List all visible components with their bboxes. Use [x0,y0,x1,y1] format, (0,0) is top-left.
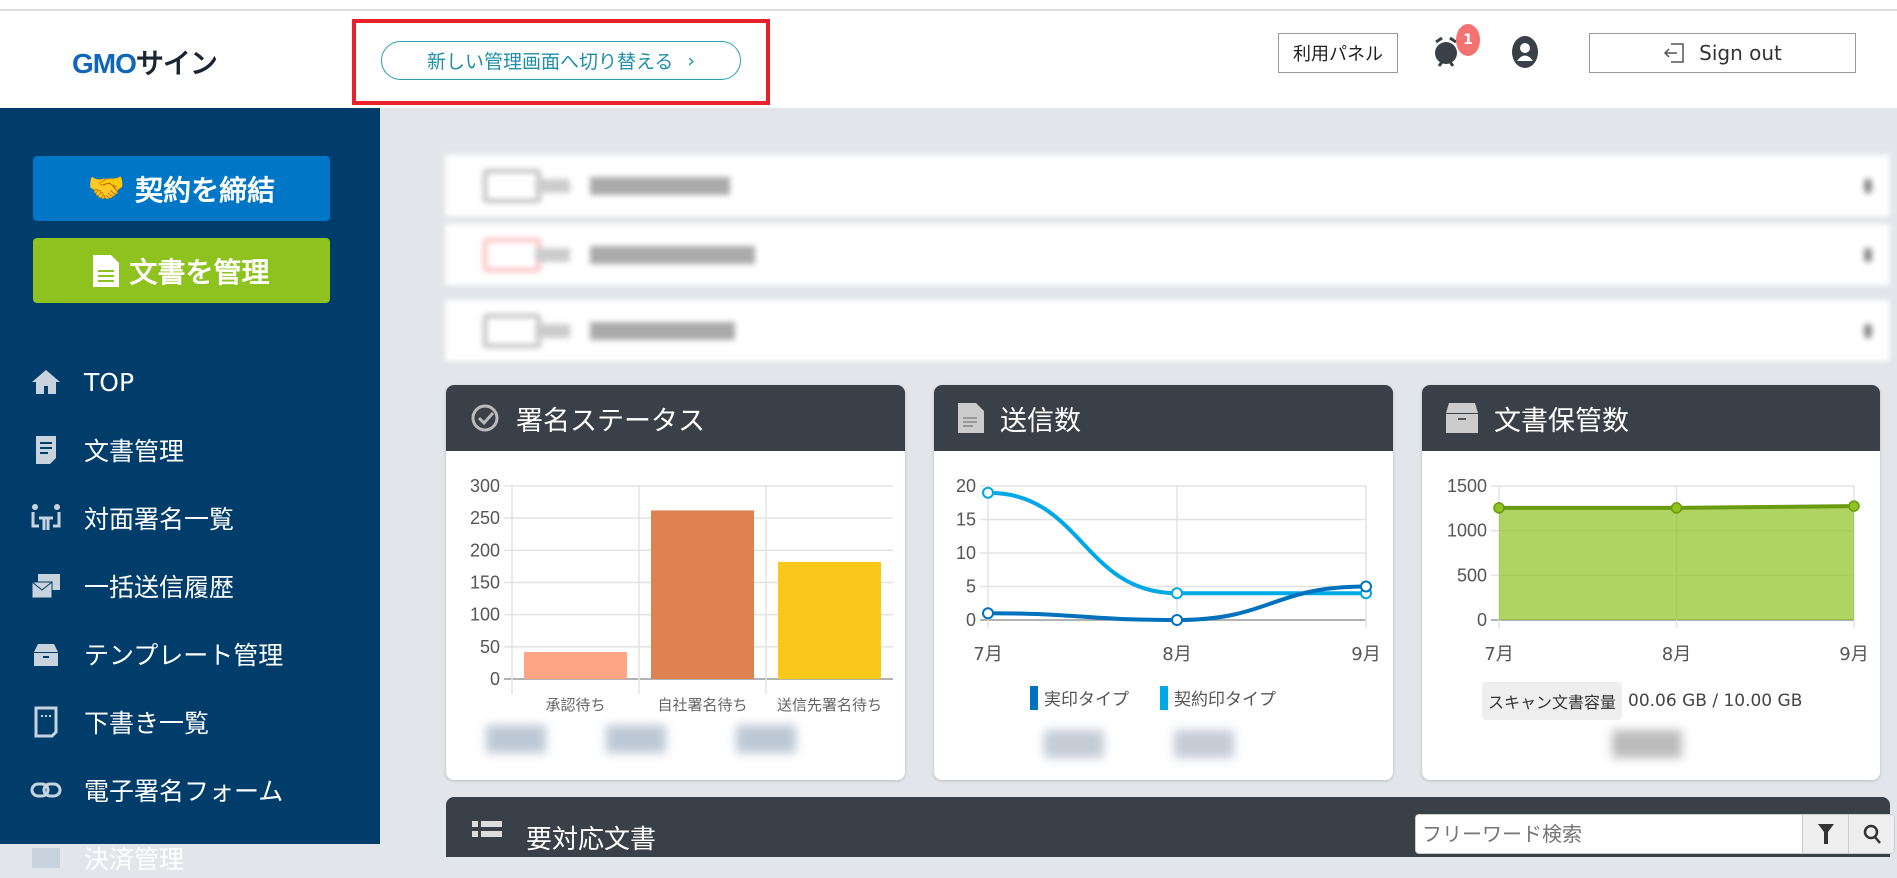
x-tick-label: 承認待ち [545,696,605,714]
data-point [1171,614,1183,626]
filter-button[interactable] [1802,815,1848,853]
home-icon [32,370,60,394]
y-tick-label: 300 [470,476,500,496]
gmo-sign-logo[interactable]: GMOサイン [72,42,218,82]
legend-label: 契約印タイプ [1174,690,1276,710]
data-point [982,607,994,620]
sidebar-item-6[interactable]: 下書き一覧 [30,702,370,742]
legend-swatch [1030,686,1038,710]
y-tick-label: 50 [480,637,500,657]
y-tick-label: 0 [1477,610,1487,630]
y-tick-label: 200 [470,540,500,560]
usage-panel-button[interactable]: 利用パネル [1278,33,1398,73]
sign-out-icon [1664,43,1684,63]
bar [651,510,754,679]
top-border [0,0,1897,11]
y-tick-label: 100 [470,605,500,625]
x-tick-label: 9月 [1351,644,1380,665]
x-tick-label: 8月 [1162,644,1191,665]
notification-badge: 1 [1456,24,1480,56]
y-tick-label: 0 [966,610,976,630]
notice-row[interactable] [445,155,1890,217]
y-tick-label: 15 [956,510,976,530]
payment-icon [32,848,60,868]
sent-count-chart: 0 5 10 15 20 7月 8月 9月実印タイプ 契約印タイプ [956,476,1381,710]
x-tick-label: 送信先署名待ち [777,696,882,714]
sidebar-item-4[interactable]: 一括送信履歴 [30,566,370,606]
sent-count-card: 送信数 0 5 10 15 20 7月 8月 9月 実印タイプ 契約印タイプ [934,385,1393,780]
sign-out-button[interactable]: Sign out [1589,33,1856,73]
face-to-face-icon [31,504,61,530]
area-fill [1499,506,1854,620]
y-tick-label: 250 [470,508,500,528]
sidebar-item-2[interactable]: 文書管理 [30,430,370,470]
y-tick-label: 150 [470,573,500,593]
y-tick-label: 20 [956,476,976,496]
data-point [1670,502,1683,514]
conclude-contract-button[interactable]: 🤝 契約を締結 [33,156,330,221]
scan-capacity-label: スキャン文書容量 [1482,682,1623,720]
storage-count-chart: 0 500 1000 1500 7月 8月 9月 [1447,476,1869,665]
search-input[interactable] [1416,815,1802,853]
search-icon [1863,824,1881,844]
switch-admin-button[interactable]: 新しい管理画面へ切り替える › [381,41,741,80]
y-tick-label: 10 [956,543,976,563]
filter-icon [1817,824,1834,844]
signature-status-card: 署名ステータス 0 50 100 150 200 250 300 承認待ち 自社署名待ち 送信先署… [446,385,905,780]
document-icon [93,254,120,287]
notice-row[interactable] [445,224,1890,286]
data-point [1493,502,1505,514]
signature-status-chart: 0 50 100 150 200 250 300 承認待ち 自社署名待ち 送信先署名待ち [470,476,893,714]
sidebar-item-7[interactable]: 電子署名フォーム [30,770,370,810]
x-tick-label: 8月 [1662,644,1691,665]
x-tick-label: 7月 [1484,644,1513,665]
data-point [1360,580,1372,593]
link-icon [30,782,62,798]
search-button[interactable] [1848,815,1894,853]
x-tick-label: 9月 [1839,644,1868,665]
action-required-panel: 要対応文書 [446,797,1895,857]
y-tick-label: 0 [490,669,500,689]
sidebar-item-1[interactable]: TOP [30,362,370,402]
legend-label: 実印タイプ [1044,690,1129,710]
legend-swatch [1160,686,1168,710]
bulk-send-icon [31,574,60,599]
sidebar-item-5[interactable]: テンプレート管理 [30,634,370,674]
draft-icon [34,706,58,738]
panel-title: 要対応文書 [526,825,657,855]
scan-capacity-value: 00.06 GB / 10.00 GB [1628,691,1803,711]
switch-label: 新しい管理画面へ切り替える [426,51,674,73]
user-avatar-icon[interactable] [1512,36,1538,68]
x-tick-label: 自社署名待ち [657,696,747,714]
archive-box-icon [34,644,58,666]
data-point [1171,587,1183,600]
search-box [1415,814,1895,854]
data-point [1848,500,1860,512]
notice-row[interactable] [445,300,1890,362]
storage-count-card: 文書保管数 0 500 1000 1500 7月 8月 9月 スキャン文書容量 00.06 … [1422,385,1880,780]
chevron-right-icon: › [687,49,696,72]
bar [778,561,881,679]
data-point [982,486,994,499]
y-tick-label: 1000 [1447,521,1487,541]
y-tick-label: 5 [966,577,976,597]
y-tick-label: 1500 [1447,476,1487,496]
handshake-icon: 🤝 [87,171,126,206]
sidebar-item-8[interactable]: 決済管理 [30,838,370,878]
bar [524,651,627,679]
manage-documents-button[interactable]: 文書を管理 [33,238,330,303]
document-list-icon [36,436,56,464]
list-icon [472,821,502,837]
x-tick-label: 7月 [973,644,1002,665]
sidebar-item-3[interactable]: 対面署名一覧 [30,498,370,538]
y-tick-label: 500 [1457,565,1487,585]
